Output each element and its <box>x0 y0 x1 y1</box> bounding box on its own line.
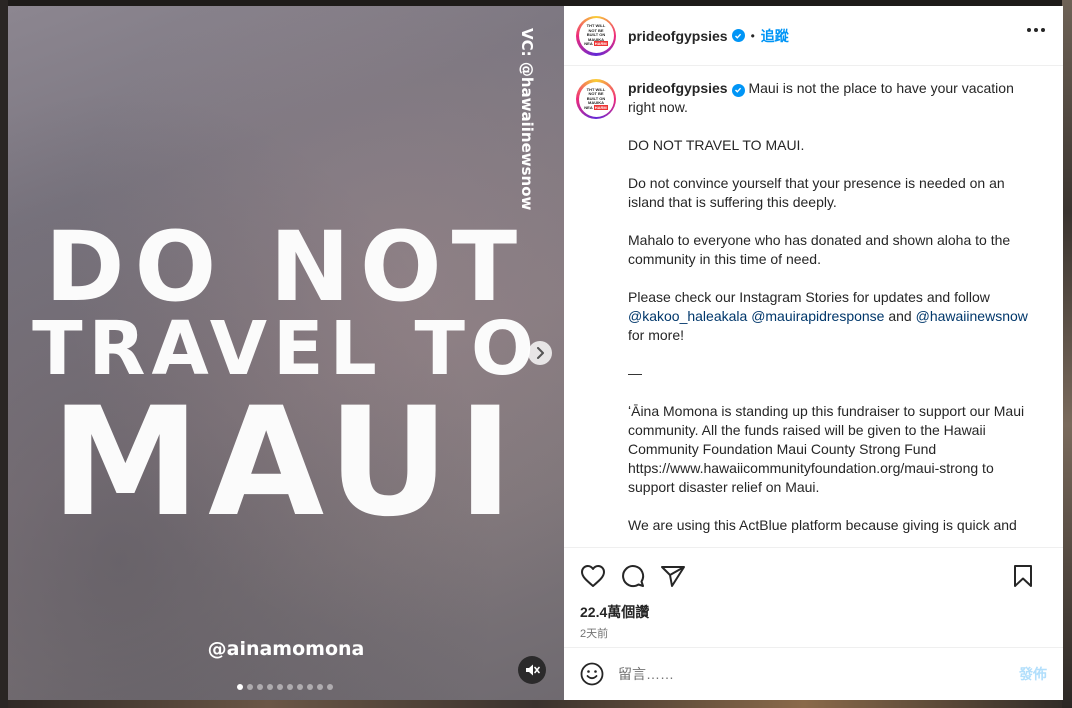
carousel-indicator <box>237 684 333 690</box>
caption-paragraph: ʻĀina Momona is standing up this fundrai… <box>628 403 1025 495</box>
caption-paragraph: DO NOT TRAVEL TO MAUI. <box>628 137 805 153</box>
speaker-muted-icon <box>526 664 540 676</box>
save-button[interactable] <box>1013 564 1033 588</box>
post-comment-button[interactable]: 發佈 <box>1019 664 1047 684</box>
caption-text-segment: for more! <box>628 327 685 343</box>
caption-paragraph: Mahalo to everyone who has donated and s… <box>628 232 1011 267</box>
carousel-dot <box>237 684 243 690</box>
comment-bar: 發佈 <box>564 647 1063 700</box>
caption-username[interactable]: prideofgypsies <box>628 80 728 96</box>
carousel-dot <box>317 684 323 690</box>
comment-icon <box>622 565 645 588</box>
caption-area[interactable]: THT WILL NOT BE BUILT ON MAUIKA NEA HARM pri… <box>564 67 1063 547</box>
caption-paragraph: Do not convince yourself that your prese… <box>628 175 1005 210</box>
carousel-dot <box>277 684 283 690</box>
mention-link[interactable]: @mauirapidresponse <box>751 308 884 324</box>
verified-badge-icon <box>731 83 745 97</box>
carousel-dot <box>257 684 263 690</box>
share-icon <box>661 566 685 587</box>
avatar[interactable]: THT WILL NOT BE BUILT ON MAUIKA NEA HARM <box>576 15 616 56</box>
carousel-dot <box>247 684 253 690</box>
comment-button[interactable] <box>620 563 646 589</box>
like-button[interactable] <box>580 564 606 588</box>
post-media[interactable]: DO NOT TRAVEL TO MAUI VC: @hawaiinewsnow… <box>8 6 564 700</box>
emoji-icon <box>580 662 604 686</box>
header-separator: • <box>750 28 755 43</box>
comment-input[interactable] <box>618 666 1019 682</box>
follow-button[interactable]: 追蹤 <box>761 26 789 46</box>
mention-link[interactable]: @hawaiinewsnow <box>916 308 1028 324</box>
backdrop-left-strip <box>0 0 8 708</box>
likes-count[interactable]: 22.4萬個讚 <box>580 602 1047 622</box>
emoji-button[interactable] <box>580 662 604 686</box>
caption-paragraph: We are using this ActBlue platform becau… <box>628 517 1017 533</box>
caption-text-segment: and <box>884 308 916 324</box>
post-date[interactable]: 2天前 <box>580 625 1047 641</box>
next-slide-button[interactable] <box>528 341 552 365</box>
mute-toggle-button[interactable] <box>518 656 546 684</box>
mention-link[interactable]: @kakoo_haleakala <box>628 308 747 324</box>
carousel-dot <box>307 684 313 690</box>
bookmark-icon <box>1014 565 1032 587</box>
post-header: THT WILL NOT BE BUILT ON MAUIKA NEA HARM pri… <box>564 6 1063 66</box>
media-handle: @ainamomona <box>207 638 365 660</box>
more-dot-icon <box>1027 28 1031 32</box>
carousel-dot <box>267 684 273 690</box>
avatar-logo: THT WILL NOT BE BUILT ON MAUIKA NEA HARM <box>578 18 614 53</box>
chevron-right-icon <box>537 347 544 359</box>
share-button[interactable] <box>660 564 686 588</box>
post-details-panel: THT WILL NOT BE BUILT ON MAUIKA NEA HARM pri… <box>564 6 1063 700</box>
carousel-dot <box>287 684 293 690</box>
media-headline-line3: MAUI <box>50 376 522 550</box>
more-dot-icon <box>1034 28 1038 32</box>
backdrop-right-strip <box>1062 0 1072 708</box>
caption-avatar[interactable]: THT WILL NOT BE BUILT ON MAUIKA NEA HARM <box>576 79 616 119</box>
avatar-logo: THT WILL NOT BE BUILT ON MAUIKA NEA HARM <box>578 81 614 117</box>
verified-badge-icon <box>731 29 745 42</box>
more-dot-icon <box>1041 28 1045 32</box>
post-actions: 22.4萬個讚 2天前 <box>564 547 1063 657</box>
carousel-dot <box>327 684 333 690</box>
caption-paragraph: Please check our Instagram Stories for u… <box>628 288 1036 345</box>
caption-paragraph: — <box>628 365 642 381</box>
carousel-dot <box>297 684 303 690</box>
caption-text: prideofgypsies Maui is not the place to … <box>628 79 1036 547</box>
caption-text-segment: Please check our Instagram Stories for u… <box>628 289 990 305</box>
backdrop-bottom-strip <box>0 700 1072 708</box>
heart-icon <box>581 565 605 587</box>
header-username[interactable]: prideofgypsies <box>628 28 728 44</box>
more-options-button[interactable] <box>1027 28 1045 32</box>
video-credit: VC: @hawaiinewsnow <box>518 28 536 211</box>
